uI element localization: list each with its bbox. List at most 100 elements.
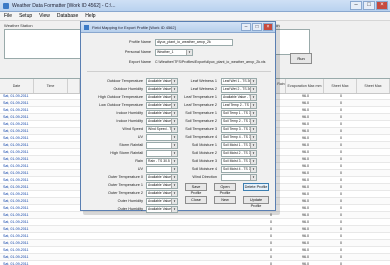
new-button[interactable]: New bbox=[214, 196, 236, 204]
chevron-down-icon: ▾ bbox=[250, 87, 256, 92]
field-label: High Outdoor Temperature bbox=[98, 95, 143, 99]
field-label: Outdoor Humidity bbox=[113, 87, 143, 91]
dialog-close-icon[interactable]: × bbox=[263, 23, 273, 31]
table-cell: 0 bbox=[340, 234, 342, 238]
dialog-title: Field Mapping for Export Profile [Work I… bbox=[92, 25, 176, 30]
close-icon[interactable]: × bbox=[376, 1, 388, 10]
table-row[interactable]: Sat, 01-09-2011 0 96.0 0 bbox=[0, 247, 390, 254]
field-mapping-select[interactable]: Available Value - TS 30.5▾ bbox=[146, 206, 178, 213]
menu-view[interactable]: View bbox=[39, 12, 50, 20]
field-mapping-select[interactable]: Soil Temp 1 - TS 30.5 ▾ bbox=[221, 110, 257, 117]
field-mapping-select[interactable]: Soil Temp 4 - TS 30.5 ▾ bbox=[221, 134, 257, 141]
table-cell: 96.0 bbox=[302, 129, 309, 133]
open-profile-button[interactable]: Open Profile bbox=[214, 183, 236, 195]
field-label: Low Outdoor Temperature bbox=[98, 103, 143, 107]
table-cell: 0 bbox=[270, 248, 272, 252]
table-row[interactable]: Sat, 01-09-2011 0 96.0 0 bbox=[0, 240, 390, 247]
table-cell: 0 bbox=[340, 150, 342, 154]
update-profile-button[interactable]: Update Profile bbox=[243, 196, 269, 208]
table-cell: Sat, 01-09-2011 bbox=[3, 206, 29, 210]
minimize-icon[interactable]: – bbox=[350, 1, 362, 10]
table-cell: Sat, 01-09-2011 bbox=[3, 171, 29, 175]
field-mapping-select[interactable]: Leaf Temp 2 - TS 30.5 ▾ bbox=[221, 102, 257, 109]
personal-name-select[interactable]: Weather_1 ▾ bbox=[155, 49, 193, 56]
field-label: Outer Temperature 1 bbox=[108, 183, 143, 187]
field-label: Soil Temperature 3 bbox=[185, 127, 217, 131]
weather-station-list[interactable] bbox=[4, 29, 81, 59]
chevron-down-icon: ▾ bbox=[250, 111, 256, 116]
field-mapping-select[interactable]: Soil Moist 1 - TS 30.5 ▾ bbox=[221, 142, 257, 149]
app-title: Weather Data Formatter [Work ID 4562] - … bbox=[12, 3, 116, 9]
table-cell: 0 bbox=[270, 241, 272, 245]
field-mapping-select[interactable]: Soil Temp 3 - TS 30.5 ▾ bbox=[221, 126, 257, 133]
table-cell: 96.0 bbox=[302, 101, 309, 105]
field-mapping-select[interactable]: Leaf Wet 2 - TS 30.5 ▾ bbox=[221, 86, 257, 93]
field-mapping-select[interactable]: Soil Moist 3 - TS 30.5 ▾ bbox=[221, 158, 257, 165]
dialog-minimize-icon[interactable]: – bbox=[241, 23, 251, 31]
delete-profile-button[interactable]: Delete Profile bbox=[243, 183, 269, 191]
menu-file[interactable]: File bbox=[4, 12, 12, 20]
personal-name-label: Personal Name bbox=[124, 50, 151, 54]
table-cell: 0 bbox=[340, 101, 342, 105]
field-mapping-select[interactable]: Soil Temp 2 - TS 30.5 ▾ bbox=[221, 118, 257, 125]
profile-name-input[interactable]: dlyux_plant_io_weather_arrcp_2k bbox=[155, 39, 233, 46]
field-label: Leaf Temperature 2 bbox=[184, 103, 217, 107]
separator bbox=[87, 71, 271, 72]
grid-column-header[interactable]: Date bbox=[0, 79, 34, 93]
table-cell: 96.0 bbox=[302, 234, 309, 238]
dialog-maximize-icon[interactable]: □ bbox=[252, 23, 262, 31]
field-mapping-select[interactable]: Available Value - TS 30.5▾ bbox=[221, 94, 257, 101]
close-button[interactable]: Close bbox=[185, 196, 207, 204]
field-mapping-select[interactable]: Available Value - TS 30.5▾ bbox=[146, 182, 178, 189]
table-row[interactable]: Sat, 01-09-2011 0 96.0 0 bbox=[0, 254, 390, 261]
menu-setup[interactable]: Setup bbox=[19, 12, 32, 20]
chevron-down-icon: ▾ bbox=[171, 199, 177, 204]
field-mapping-value: Rain - TS 30.5 bbox=[148, 159, 170, 163]
chevron-down-icon: ▾ bbox=[250, 135, 256, 140]
field-mapping-select[interactable]: Soil Moist 2 - TS 30.5 ▾ bbox=[221, 150, 257, 157]
grid-column-header[interactable]: Evaporation Max mm bbox=[286, 79, 324, 93]
chevron-down-icon: ▾ bbox=[250, 159, 256, 164]
table-row[interactable]: Sat, 01-09-2011 0 96.0 0 bbox=[0, 226, 390, 233]
chevron-down-icon: ▾ bbox=[250, 151, 256, 156]
field-mapping-select[interactable]: Available Value - TS 30.5▾ bbox=[146, 198, 178, 205]
table-cell: Sat, 01-09-2011 bbox=[3, 255, 29, 259]
table-cell: Sat, 01-09-2011 bbox=[3, 94, 29, 98]
field-mapping-select[interactable]: Available Value - TS 30.5▾ bbox=[146, 190, 178, 197]
maximize-icon[interactable]: □ bbox=[363, 1, 375, 10]
table-cell: 0 bbox=[340, 136, 342, 140]
table-row[interactable]: Sat, 01-09-2011 0 96.0 0 bbox=[0, 261, 390, 265]
field-label: Outer Temperature 0 bbox=[108, 175, 143, 179]
field-label: Outer Humidity bbox=[117, 199, 143, 203]
field-mapping-select[interactable]: ▾ bbox=[221, 174, 257, 181]
table-cell: 96.0 bbox=[302, 157, 309, 161]
field-label: Soil Moisture 3 bbox=[191, 159, 217, 163]
grid-column-header[interactable] bbox=[68, 79, 80, 93]
run-button[interactable]: Run bbox=[290, 53, 312, 64]
chevron-down-icon: ▾ bbox=[250, 143, 256, 148]
field-label: Indoor Humidity bbox=[116, 119, 143, 123]
table-cell: 0 bbox=[340, 143, 342, 147]
table-cell: Sat, 01-09-2011 bbox=[3, 101, 29, 105]
field-label: UV bbox=[137, 135, 143, 139]
field-mapping-select[interactable]: Soil Moist 4 - TS 30.5 ▾ bbox=[221, 166, 257, 173]
table-row[interactable]: Sat, 01-09-2011 0 96.0 0 bbox=[0, 219, 390, 226]
field-label: Soil Temperature 1 bbox=[185, 111, 217, 115]
table-cell: 96.0 bbox=[302, 178, 309, 182]
table-cell: 96.0 bbox=[302, 185, 309, 189]
grid-column-header[interactable]: Sheet Max bbox=[357, 79, 390, 93]
grid-column-header[interactable]: Time bbox=[34, 79, 68, 93]
table-cell: Sat, 01-09-2011 bbox=[3, 157, 29, 161]
field-mapping-select[interactable]: Leaf Wet 1 - TS 30.5 ▾ bbox=[221, 78, 257, 85]
field-label: Soil Temperature 4 bbox=[185, 135, 217, 139]
table-row[interactable]: Sat, 01-09-2011 0 96.0 0 bbox=[0, 233, 390, 240]
grid-column-header[interactable]: Sheet Max bbox=[324, 79, 357, 93]
table-cell: Sat, 01-09-2011 bbox=[3, 213, 29, 217]
table-cell: 0 bbox=[340, 192, 342, 196]
save-profile-button[interactable]: Save Profile bbox=[185, 183, 207, 195]
menu-help[interactable]: Help bbox=[85, 12, 95, 20]
export-name-label: Export Name bbox=[128, 60, 151, 64]
menu-database[interactable]: Database bbox=[57, 12, 78, 20]
field-label: Outer Humidity bbox=[117, 207, 143, 211]
table-cell: Sat, 01-09-2011 bbox=[3, 220, 29, 224]
